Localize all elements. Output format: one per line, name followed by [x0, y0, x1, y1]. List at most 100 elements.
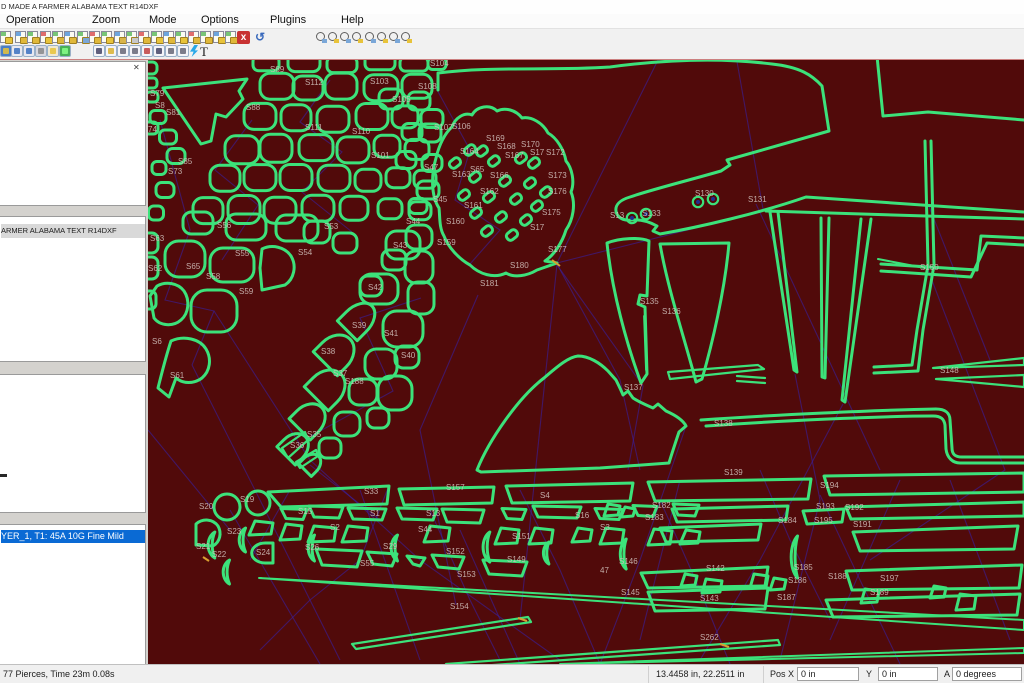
svg-text:S188: S188	[345, 377, 364, 386]
svg-text:S56: S56	[217, 221, 232, 230]
svg-text:S149: S149	[507, 555, 526, 564]
svg-text:S13: S13	[610, 211, 625, 220]
svg-text:S145: S145	[621, 588, 640, 597]
svg-text:S65: S65	[186, 262, 201, 271]
svg-text:S150: S150	[920, 263, 939, 272]
svg-text:S26: S26	[305, 543, 320, 552]
svg-text:S139: S139	[724, 468, 743, 477]
svg-text:S13: S13	[426, 509, 441, 518]
svg-text:S137: S137	[624, 383, 643, 392]
svg-text:S168: S168	[497, 142, 516, 151]
svg-text:S59: S59	[239, 287, 254, 296]
svg-text:S58: S58	[206, 272, 221, 281]
svg-text:S112: S112	[305, 78, 324, 87]
svg-text:S85: S85	[178, 157, 193, 166]
svg-text:S89: S89	[270, 65, 285, 74]
svg-text:S104: S104	[430, 60, 449, 68]
svg-text:S20: S20	[199, 502, 214, 511]
svg-text:S23: S23	[227, 527, 242, 536]
svg-text:S181: S181	[480, 279, 499, 288]
svg-text:S188: S188	[828, 572, 847, 581]
svg-text:47: 47	[600, 566, 609, 575]
svg-text:S22: S22	[212, 550, 227, 559]
svg-text:S79: S79	[150, 89, 165, 98]
svg-text:S101: S101	[371, 151, 390, 160]
svg-text:S55: S55	[360, 559, 375, 568]
svg-text:S10: S10	[415, 60, 430, 62]
svg-text:S195: S195	[814, 516, 833, 525]
svg-text:S21: S21	[196, 542, 211, 551]
svg-text:S176: S176	[548, 187, 567, 196]
svg-text:S180: S180	[510, 261, 529, 270]
svg-text:S154: S154	[450, 602, 469, 611]
svg-text:S151: S151	[512, 532, 531, 541]
svg-text:S55: S55	[235, 249, 250, 258]
svg-text:S262: S262	[700, 633, 719, 642]
svg-text:S44: S44	[406, 217, 421, 226]
svg-text:S41: S41	[384, 329, 399, 338]
svg-text:S197: S197	[880, 574, 899, 583]
svg-text:S164: S164	[460, 147, 479, 156]
svg-text:S175: S175	[542, 208, 561, 217]
svg-text:S61: S61	[170, 371, 185, 380]
svg-text:S183: S183	[645, 513, 664, 522]
svg-text:S138: S138	[714, 419, 733, 428]
svg-text:S39: S39	[352, 321, 367, 330]
svg-text:S33: S33	[364, 487, 379, 496]
svg-text:S47: S47	[424, 163, 439, 172]
svg-text:S167: S167	[505, 151, 524, 160]
svg-text:S53: S53	[324, 222, 339, 231]
svg-text:S130: S130	[695, 189, 714, 198]
svg-text:S187: S187	[777, 593, 796, 602]
svg-text:S177: S177	[548, 245, 567, 254]
svg-text:S111: S111	[305, 123, 323, 132]
svg-text:S173: S173	[548, 171, 567, 180]
svg-text:S8: S8	[155, 101, 165, 110]
svg-text:S161: S161	[464, 201, 483, 210]
svg-text:S185: S185	[794, 563, 813, 572]
svg-text:S159: S159	[437, 238, 456, 247]
svg-text:S194: S194	[820, 481, 839, 490]
svg-text:S43: S43	[393, 241, 408, 250]
svg-text:S62: S62	[148, 264, 163, 273]
svg-text:S65: S65	[470, 165, 485, 174]
svg-text:S152: S152	[446, 547, 465, 556]
svg-text:S73: S73	[168, 167, 183, 176]
svg-text:S186: S186	[788, 576, 807, 585]
svg-text:74: 74	[148, 125, 157, 134]
svg-text:S6: S6	[152, 337, 162, 346]
svg-text:S106: S106	[452, 122, 471, 131]
svg-text:S160: S160	[446, 217, 465, 226]
svg-text:S103: S103	[370, 77, 389, 86]
svg-text:S136: S136	[662, 307, 681, 316]
svg-text:S54: S54	[298, 248, 313, 257]
svg-text:S29: S29	[383, 542, 398, 551]
svg-text:S133: S133	[642, 209, 661, 218]
svg-text:S182: S182	[652, 501, 671, 510]
svg-text:S2: S2	[330, 523, 340, 532]
svg-text:S189: S189	[870, 588, 889, 597]
svg-text:S107: S107	[434, 123, 453, 132]
svg-text:S1: S1	[370, 509, 380, 518]
svg-text:S17: S17	[530, 148, 545, 157]
svg-text:S146: S146	[619, 557, 638, 566]
svg-text:S45: S45	[433, 195, 448, 204]
svg-text:S131: S131	[748, 195, 767, 204]
svg-text:S42: S42	[368, 283, 383, 292]
svg-text:S153: S153	[457, 570, 476, 579]
svg-text:S44: S44	[418, 525, 433, 534]
svg-text:S108: S108	[418, 82, 437, 91]
svg-text:S105: S105	[392, 95, 411, 104]
svg-text:S148: S148	[940, 366, 959, 375]
svg-text:S192: S192	[845, 503, 864, 512]
svg-text:S157: S157	[446, 483, 465, 492]
svg-text:S135: S135	[640, 297, 659, 306]
svg-text:S4: S4	[540, 491, 550, 500]
svg-text:S15: S15	[298, 507, 313, 516]
svg-text:S193: S193	[816, 502, 835, 511]
svg-text:S35: S35	[307, 430, 322, 439]
svg-text:S143: S143	[700, 594, 719, 603]
svg-text:S166: S166	[490, 171, 509, 180]
svg-text:S184: S184	[778, 516, 797, 525]
svg-text:S142: S142	[706, 564, 725, 573]
